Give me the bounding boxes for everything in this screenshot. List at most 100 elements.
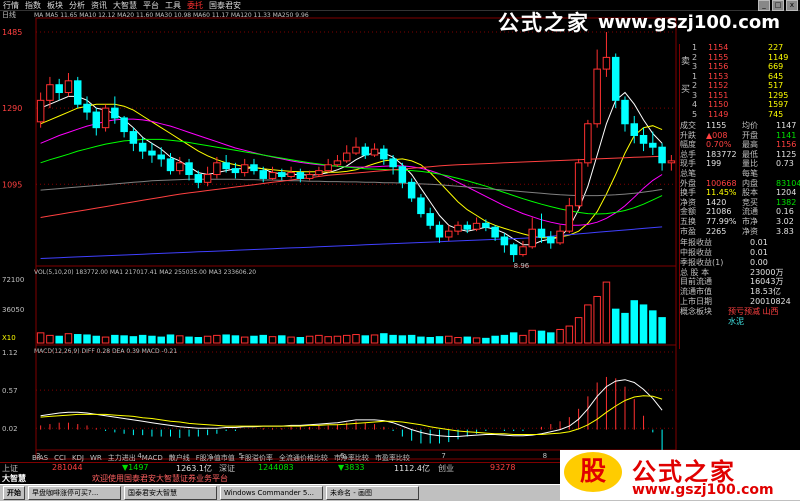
candle-body bbox=[426, 213, 434, 226]
volume-bar bbox=[250, 335, 258, 344]
menu-item[interactable]: 委托 bbox=[187, 0, 203, 11]
indicator-tab[interactable]: WR bbox=[90, 454, 102, 462]
indicator-tab[interactable]: CCI bbox=[54, 454, 66, 462]
stat-label: 五换 bbox=[680, 217, 696, 226]
candle-body bbox=[287, 172, 295, 177]
indicator-tab[interactable]: F股净值市值 bbox=[196, 454, 235, 462]
taskbar-item[interactable]: Windows Commander 5... bbox=[220, 486, 323, 500]
indicator-tab[interactable]: MACD bbox=[142, 454, 163, 462]
menu-item[interactable]: 分析 bbox=[69, 0, 85, 11]
finance-value: 20010824 bbox=[750, 297, 791, 306]
ask-level: 1 bbox=[692, 43, 698, 52]
price-tick-label: 1485 bbox=[2, 28, 22, 37]
indicator-tab[interactable]: KDJ bbox=[72, 454, 84, 462]
taskbar-item[interactable]: 未命名 - 画图 bbox=[326, 486, 419, 500]
volume-bar bbox=[426, 337, 434, 344]
finance-value: 18.53亿 bbox=[750, 287, 781, 297]
finance-label: 上市日期 bbox=[680, 297, 712, 306]
menu-item[interactable]: 工具 bbox=[165, 0, 181, 11]
low-price-label: 8.96 bbox=[514, 262, 530, 270]
taskbar-item[interactable]: 早盘咖啡涨停可买?... bbox=[28, 486, 121, 500]
candle-body bbox=[101, 107, 110, 129]
quote-row: 目前流通 16043万 bbox=[680, 278, 800, 286]
ask-volume: 669 bbox=[768, 62, 784, 71]
start-button[interactable]: 开始 bbox=[3, 486, 25, 500]
quote-row: 成交 1155 均价 1147 bbox=[680, 121, 800, 130]
close-button[interactable]: x bbox=[786, 0, 798, 11]
quote-row: 1 1154 227 bbox=[680, 43, 800, 52]
quote-panel: 1 1154 227 2 1155 1149 3 1156 669 1 1153 645 2 1152 51… bbox=[679, 43, 800, 349]
candle-body bbox=[565, 205, 574, 232]
index2-value: 1244083 bbox=[258, 463, 294, 472]
volume-bar bbox=[398, 335, 407, 344]
price-tick-label: 1290 bbox=[2, 104, 22, 113]
candle-body bbox=[213, 162, 221, 176]
volume-bar bbox=[574, 317, 583, 344]
stat-label: 最低 bbox=[742, 149, 758, 159]
menu-item[interactable]: 行情 bbox=[3, 0, 19, 11]
menu-item[interactable]: 大智慧 bbox=[113, 0, 137, 11]
stat-value: 1147 bbox=[776, 121, 797, 130]
finance-value: 16043万 bbox=[750, 277, 784, 287]
finance-label: 季报收益(1) bbox=[680, 257, 724, 267]
bid-level: 1 bbox=[692, 71, 698, 81]
candle-body bbox=[36, 99, 45, 123]
candle-body bbox=[240, 164, 249, 174]
candle-body bbox=[296, 172, 305, 179]
finance-value: 0.01 bbox=[750, 238, 768, 248]
indicator-tab[interactable]: 全流通价格比较 bbox=[279, 454, 328, 462]
volume-bar bbox=[621, 312, 629, 344]
menu-item[interactable]: 指数 bbox=[25, 0, 41, 11]
ask-price: 1156 bbox=[708, 62, 729, 71]
quote-row: 2 1152 517 bbox=[680, 81, 800, 90]
indicator-tab[interactable]: F股溢价率 bbox=[241, 454, 273, 462]
bid-level: 4 bbox=[692, 100, 698, 109]
menu-item[interactable]: 国泰君安 bbox=[209, 0, 241, 11]
candle-body bbox=[611, 56, 620, 101]
taskbar-item[interactable]: 国泰君安大智慧 bbox=[124, 486, 217, 500]
stat-value: 83104 bbox=[776, 178, 800, 188]
indicator-tab[interactable]: 散户线 bbox=[169, 454, 190, 462]
quote-row: 2 1155 1149 bbox=[680, 53, 800, 62]
volume-bar bbox=[565, 325, 574, 344]
candle-body bbox=[73, 80, 82, 105]
volume-bar bbox=[203, 335, 212, 344]
volume-bar bbox=[92, 335, 101, 344]
stat-value: 1204 bbox=[776, 188, 797, 198]
candle-body bbox=[630, 123, 639, 136]
info-bar: 大智慧 欢迎使用国泰君安大智慧证券业务平台 bbox=[0, 472, 560, 484]
candle-body bbox=[445, 230, 453, 238]
indicator-tab[interactable]: BIAS bbox=[32, 454, 48, 462]
stat-value: 1156 bbox=[776, 140, 797, 150]
menu-item[interactable]: 资讯 bbox=[91, 0, 107, 11]
stat-label: 股本 bbox=[742, 188, 758, 198]
quote-row: 市盈 2265 净资 3.83 bbox=[680, 227, 800, 236]
stat-value: 1420 bbox=[706, 197, 727, 207]
volume-bar bbox=[240, 336, 249, 344]
indicator-tab[interactable]: 主力进出 bbox=[108, 454, 136, 462]
volume-bar bbox=[547, 332, 555, 344]
stat-label: 净资 bbox=[680, 197, 696, 207]
bid-side-label: 买 bbox=[681, 85, 691, 95]
candle-body bbox=[278, 172, 286, 177]
candle-body bbox=[482, 222, 490, 228]
volume-bar bbox=[407, 334, 416, 344]
candle-body bbox=[407, 181, 416, 199]
stock-chart[interactable]: 1485 1290 1095 日线 MA MA5 11.65 MA10 12.12 MA… bbox=[0, 10, 679, 462]
macd-header: MACD(12,26,9) DIFF 0.28 DEA 0.39 MACD -0… bbox=[34, 348, 177, 355]
menu-item[interactable]: 平台 bbox=[143, 0, 159, 11]
stat-value: 0.73 bbox=[776, 159, 794, 169]
stat-value: 183772 bbox=[706, 149, 737, 159]
finance-value: 0.01 bbox=[750, 248, 768, 257]
candle-body bbox=[370, 148, 379, 156]
stat-label: 最高 bbox=[742, 140, 758, 150]
indicator-tab[interactable]: 市盈率比较 bbox=[375, 454, 410, 462]
volume-bar bbox=[268, 336, 277, 344]
volume-bar bbox=[324, 336, 332, 344]
menu-item[interactable]: 板块 bbox=[47, 0, 63, 11]
stat-value: 100668 bbox=[706, 178, 737, 188]
volume-bar bbox=[259, 334, 267, 344]
index3-value: 93278 bbox=[490, 463, 516, 472]
indicator-tab[interactable]: 市净率比较 bbox=[334, 454, 369, 462]
volume-bar bbox=[370, 334, 379, 344]
